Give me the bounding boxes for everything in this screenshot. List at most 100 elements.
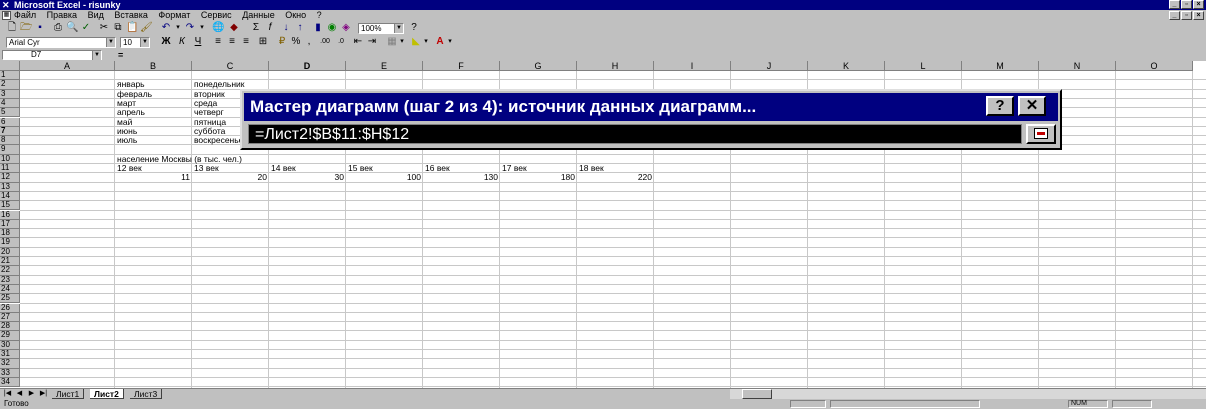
align-center-icon[interactable]: ≡ (226, 36, 238, 48)
print-icon[interactable]: ⎙ (52, 22, 64, 34)
cut-icon[interactable]: ✂ (98, 22, 110, 34)
column-header-o[interactable]: O (1116, 61, 1193, 71)
dialog-help-button[interactable]: ? (986, 96, 1014, 116)
autosum-icon[interactable]: Σ (250, 22, 262, 34)
align-right-icon[interactable]: ≡ (240, 36, 252, 48)
cell-f11[interactable]: 16 век (425, 164, 450, 173)
cell-c2[interactable]: понедельник (194, 80, 245, 89)
horizontal-scroll-thumb[interactable] (742, 389, 772, 399)
doc-minimize-button[interactable]: _ (1169, 11, 1180, 20)
expand-dialog-button[interactable] (1026, 124, 1056, 144)
menu-file[interactable]: Файл (14, 10, 36, 20)
doc-restore-button[interactable]: ▫ (1181, 11, 1192, 20)
menu-help[interactable]: ? (317, 10, 322, 20)
cell-b5[interactable]: апрель (117, 108, 145, 117)
menu-window[interactable]: Окно (285, 10, 306, 20)
column-header-j[interactable]: J (731, 61, 808, 71)
zoom-select[interactable]: 100% ▼ (358, 23, 404, 34)
font-color-icon[interactable]: A (434, 36, 446, 48)
cell-c12[interactable]: 20 (194, 173, 267, 182)
cell-c5[interactable]: четверг (194, 108, 224, 117)
column-header-g[interactable]: G (500, 61, 577, 71)
menu-insert[interactable]: Вставка (114, 10, 147, 20)
increase-indent-icon[interactable]: ⇥ (366, 36, 378, 48)
cell-h11[interactable]: 18 век (579, 164, 604, 173)
doc-close-button[interactable]: × (1193, 11, 1204, 20)
undo-icon[interactable]: ↶ (160, 22, 172, 34)
menu-tools[interactable]: Сервис (201, 10, 232, 20)
cell-g11[interactable]: 17 век (502, 164, 527, 173)
sheet-tab-3[interactable]: Лист3 (130, 389, 163, 399)
formula-equals-button[interactable]: = (118, 49, 123, 61)
zoom-dropdown-icon[interactable]: ▼ (394, 24, 403, 33)
column-header-h[interactable]: H (577, 61, 654, 71)
borders-dropdown-icon[interactable]: ▾ (398, 36, 406, 48)
align-left-icon[interactable]: ≡ (212, 36, 224, 48)
cell-b12[interactable]: 11 (117, 173, 190, 182)
fill-color-icon[interactable]: ◣ (410, 36, 422, 48)
sheet-tab-2[interactable]: Лист2 (90, 389, 124, 399)
function-wizard-icon[interactable]: f (264, 22, 276, 34)
column-header-i[interactable]: I (654, 61, 731, 71)
font-color-dropdown-icon[interactable]: ▾ (446, 36, 454, 48)
decrease-indent-icon[interactable]: ⇤ (352, 36, 364, 48)
dialog-close-button[interactable]: ✕ (1018, 96, 1046, 116)
menu-data[interactable]: Данные (242, 10, 275, 20)
fill-color-dropdown-icon[interactable]: ▾ (422, 36, 430, 48)
redo-dropdown-icon[interactable]: ▾ (198, 22, 206, 34)
print-preview-icon[interactable]: 🔍 (66, 22, 78, 34)
row-header-34[interactable]: 34 (0, 377, 20, 388)
cell-b11[interactable]: 12 век (117, 164, 142, 173)
column-header-k[interactable]: K (808, 61, 885, 71)
restore-button[interactable]: ▫ (1181, 0, 1192, 9)
chart-wizard-icon[interactable]: ▮ (312, 22, 324, 34)
excel-app-icon[interactable]: ✕ (2, 0, 10, 10)
borders-icon[interactable]: ▦ (386, 36, 398, 48)
column-header-a[interactable]: A (20, 61, 115, 71)
column-header-e[interactable]: E (346, 61, 423, 71)
cell-d12[interactable]: 30 (271, 173, 344, 182)
menu-format[interactable]: Формат (158, 10, 190, 20)
new-icon[interactable]: 🗋 (6, 22, 18, 34)
prev-sheet-icon[interactable]: ◀ (14, 389, 25, 399)
italic-icon[interactable]: К (176, 36, 188, 48)
workbook-icon[interactable]: ▦ (2, 11, 11, 20)
map-icon[interactable]: ◉ (326, 22, 338, 34)
web-toolbar-icon[interactable]: ◆ (228, 22, 240, 34)
underline-icon[interactable]: Ч (192, 36, 204, 48)
paste-icon[interactable]: 📋 (126, 22, 138, 34)
copy-icon[interactable]: ⧉ (112, 22, 124, 34)
dialog-title-bar[interactable]: Мастер диаграмм (шаг 2 из 4): источник д… (244, 93, 1058, 121)
bold-icon[interactable]: Ж (160, 36, 172, 48)
data-range-input[interactable]: =Лист2!$B$11:$H$12 (248, 124, 1022, 144)
redo-icon[interactable]: ↷ (184, 22, 196, 34)
sort-descending-icon[interactable]: ↑ (294, 22, 306, 34)
cell-b8[interactable]: июль (117, 136, 137, 145)
column-header-m[interactable]: M (962, 61, 1039, 71)
drawing-icon[interactable]: ◈ (340, 22, 352, 34)
cell-g12[interactable]: 180 (502, 173, 575, 182)
cell-c11[interactable]: 13 век (194, 164, 219, 173)
sheet-tab-1[interactable]: Лист1 (52, 389, 85, 399)
horizontal-scrollbar[interactable] (730, 389, 1206, 399)
decrease-decimal-icon[interactable]: .0 (334, 36, 348, 48)
comma-style-icon[interactable]: , (304, 36, 314, 48)
open-icon[interactable]: 🗁 (20, 22, 32, 34)
format-painter-icon[interactable]: 🖌 (140, 22, 153, 34)
cell-d11[interactable]: 14 век (271, 164, 296, 173)
close-window-button[interactable]: × (1193, 0, 1204, 9)
spelling-icon[interactable]: ✓ (80, 22, 92, 34)
column-header-f[interactable]: F (423, 61, 500, 71)
cell-e11[interactable]: 15 век (348, 164, 373, 173)
font-dropdown-icon[interactable]: ▼ (106, 38, 115, 47)
name-box[interactable]: D7 ▼ (2, 50, 102, 60)
column-header-l[interactable]: L (885, 61, 962, 71)
increase-decimal-icon[interactable]: .00 (318, 36, 332, 48)
cell-e12[interactable]: 100 (348, 173, 421, 182)
undo-dropdown-icon[interactable]: ▾ (174, 22, 182, 34)
office-assistant-icon[interactable]: ? (408, 22, 420, 34)
font-size-select[interactable]: 10 ▼ (120, 37, 150, 48)
column-header-d[interactable]: D (269, 61, 346, 71)
currency-icon[interactable]: ₽ (276, 36, 288, 48)
font-select[interactable]: Arial Cyr ▼ (6, 37, 116, 48)
